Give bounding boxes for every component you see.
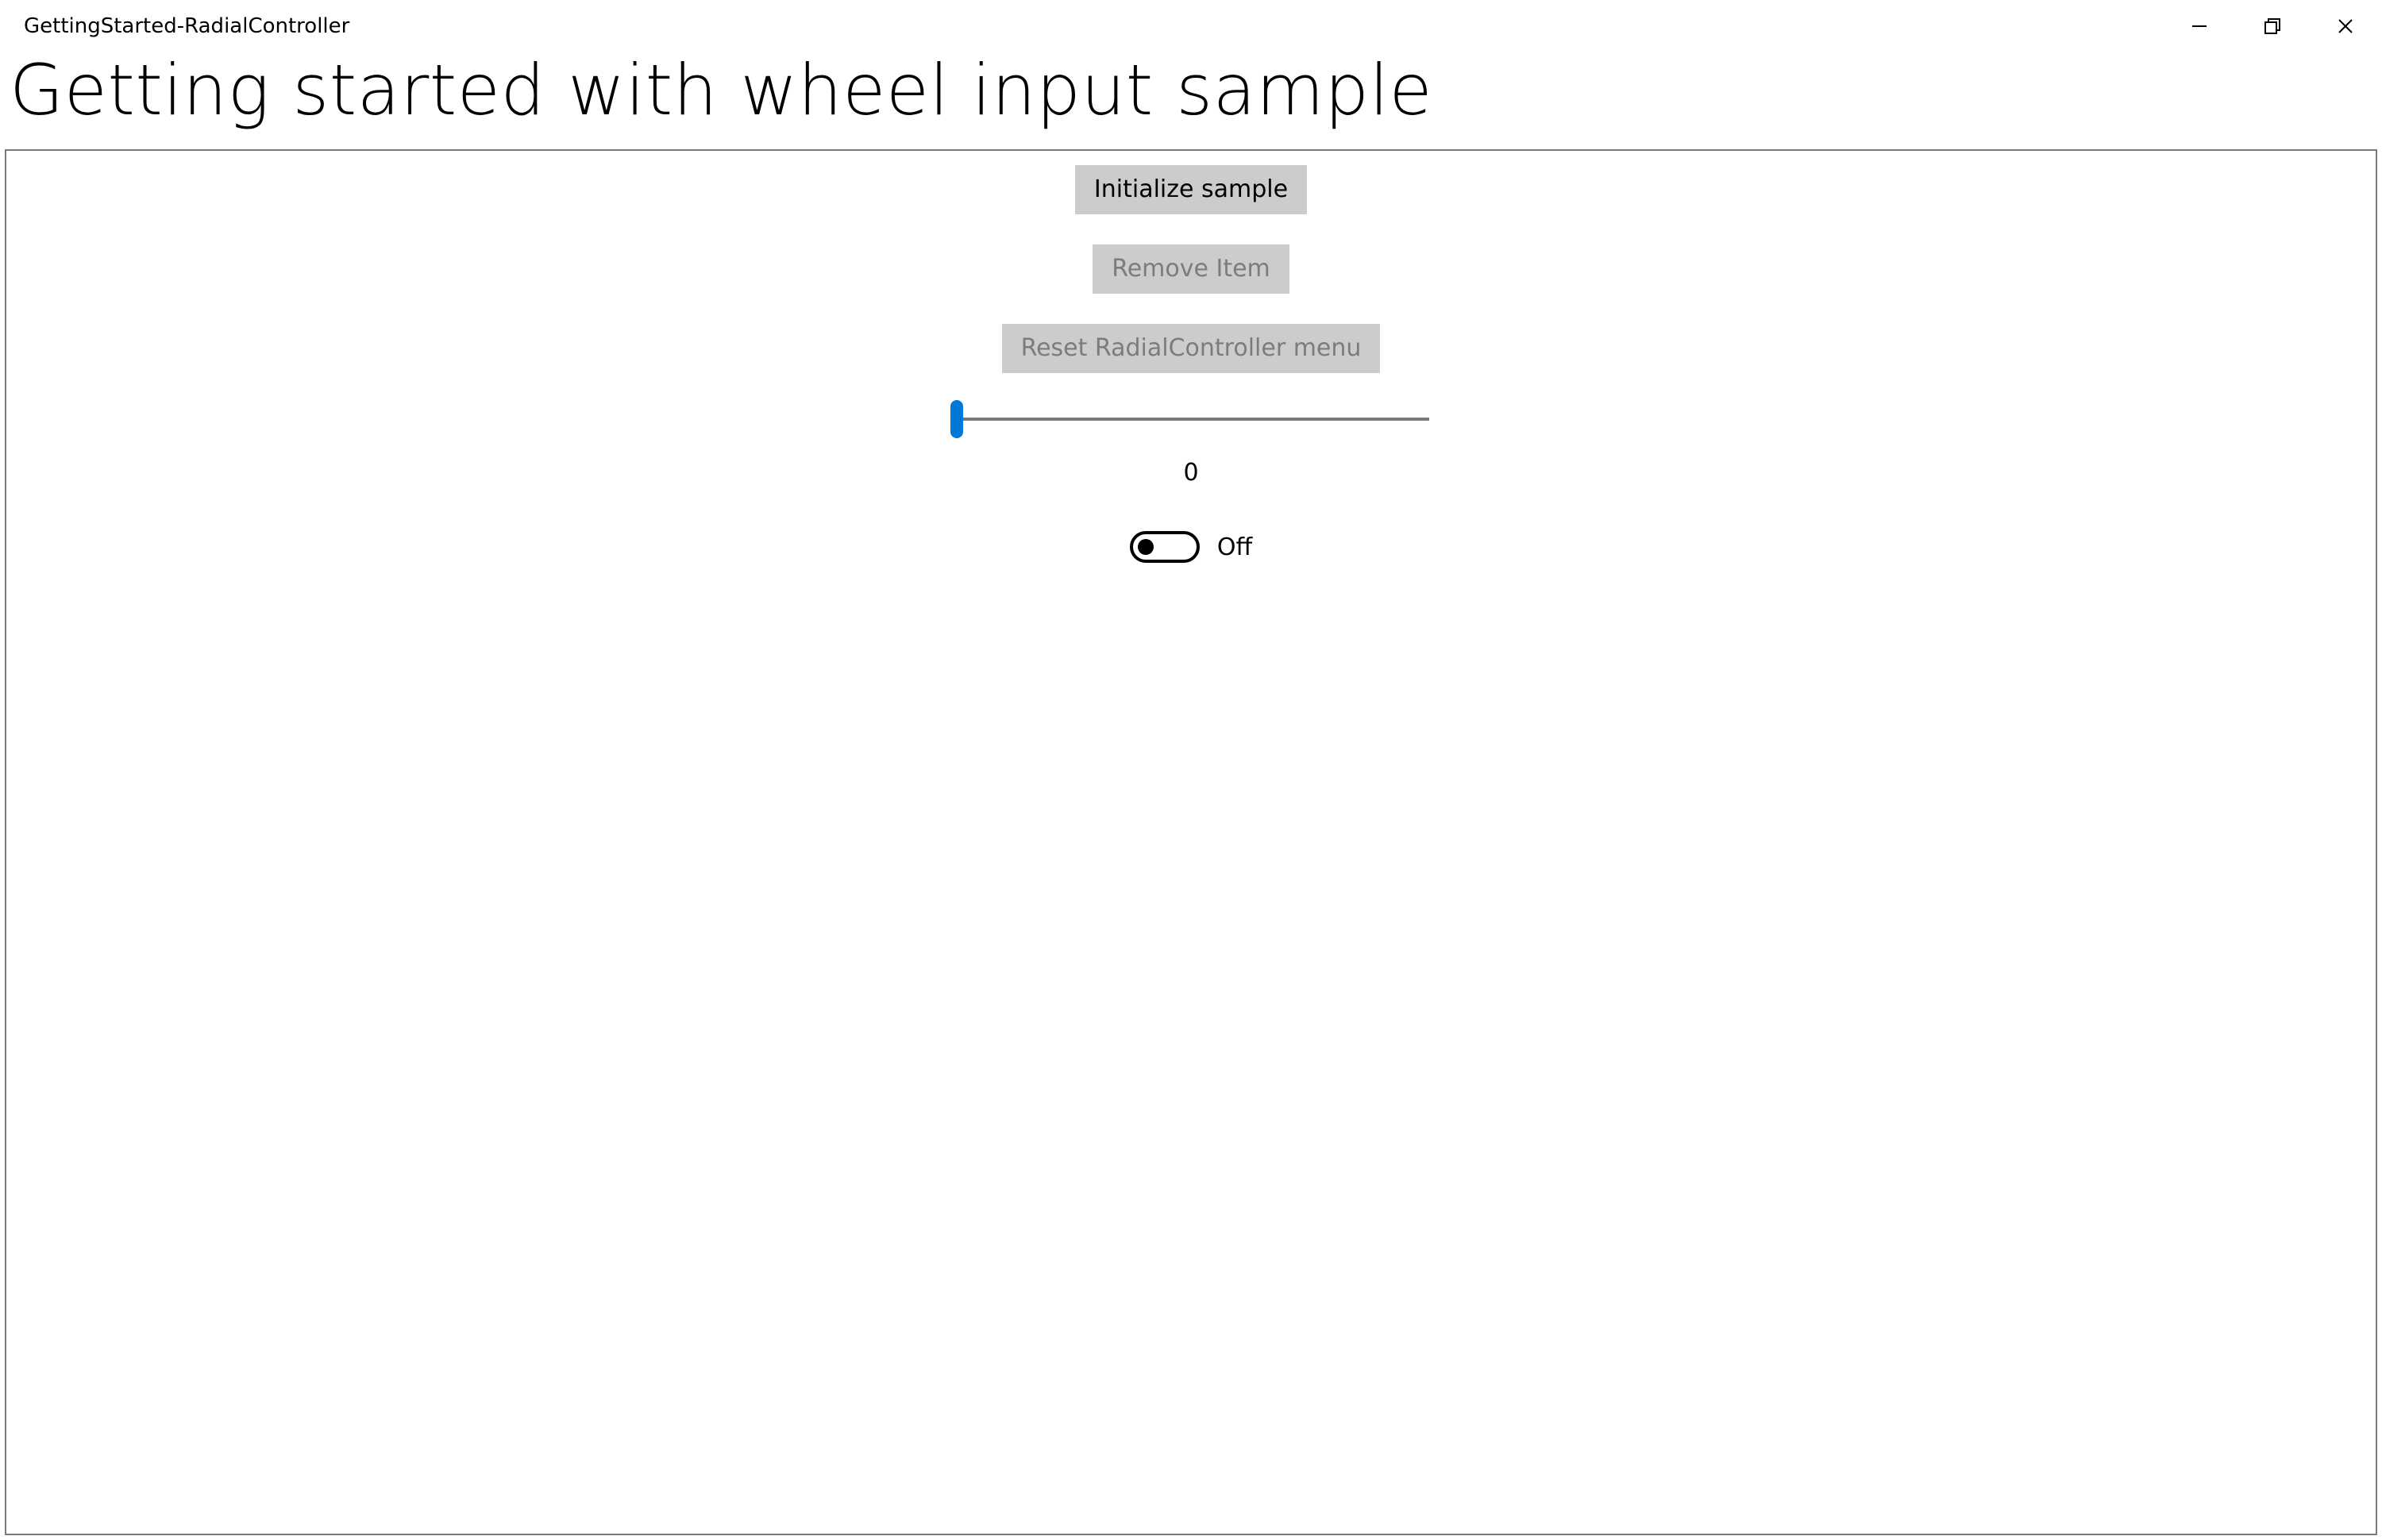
content-panel: Initialize sample Remove Item Reset Radi…	[5, 149, 2377, 1535]
feature-toggle[interactable]	[1130, 531, 1200, 563]
toggle-knob	[1138, 539, 1154, 555]
initialize-sample-button[interactable]: Initialize sample	[1075, 165, 1307, 214]
slider-thumb[interactable]	[950, 400, 963, 438]
maximize-button[interactable]	[2236, 0, 2309, 52]
reset-menu-button[interactable]: Reset RadialController menu	[1002, 324, 1381, 373]
remove-item-button[interactable]: Remove Item	[1093, 244, 1289, 294]
caption-buttons	[2163, 0, 2382, 52]
window-title: GettingStarted-RadialController	[24, 14, 349, 38]
value-slider[interactable]	[953, 405, 1429, 433]
minimize-icon	[2191, 17, 2208, 35]
close-icon	[2337, 17, 2354, 35]
toggle-state-label: Off	[1217, 533, 1252, 561]
titlebar: GettingStarted-RadialController	[0, 0, 2382, 52]
slider-track	[953, 418, 1429, 421]
close-button[interactable]	[2309, 0, 2382, 52]
toggle-row: Off	[1130, 531, 1252, 563]
slider-value-label: 0	[1183, 459, 1198, 487]
maximize-icon	[2264, 17, 2281, 35]
page-title: Getting started with wheel input sample	[0, 52, 2382, 127]
minimize-button[interactable]	[2163, 0, 2236, 52]
